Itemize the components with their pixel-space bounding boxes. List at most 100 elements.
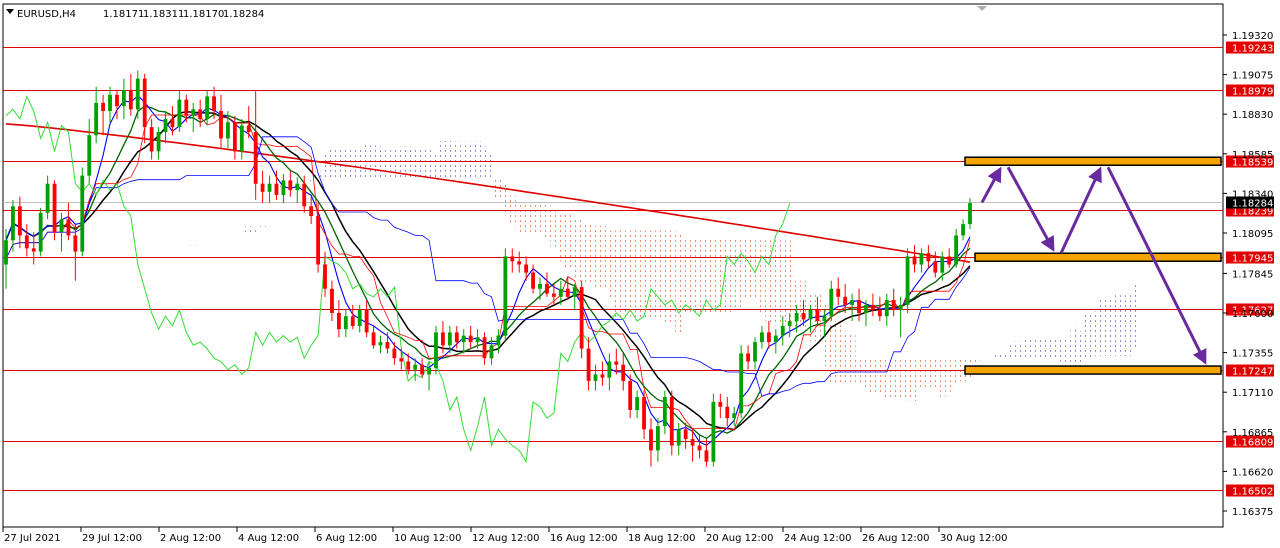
candle-body xyxy=(850,300,855,305)
cloud-slice xyxy=(1091,311,1099,356)
cloud-slice xyxy=(1028,339,1036,358)
candle-body xyxy=(101,102,106,111)
cloud-slice xyxy=(772,240,780,326)
candle-body xyxy=(864,304,868,314)
candle-body xyxy=(635,397,640,410)
candle-body xyxy=(73,235,78,252)
x-tick-label: 29 Jul 12:00 xyxy=(82,533,142,544)
y-tick-label: 1.19320 xyxy=(1232,31,1273,42)
cloud-slice xyxy=(217,242,225,244)
candle-body xyxy=(773,335,778,343)
cloud-slice xyxy=(383,150,391,180)
cloud-slice xyxy=(578,220,586,283)
candle-body xyxy=(357,309,362,326)
cloud-slice xyxy=(529,203,537,235)
candle-body xyxy=(877,309,882,317)
candle-body xyxy=(753,342,757,362)
header-symbol: EURUSD,H4 xyxy=(17,9,76,20)
candle-body xyxy=(642,397,646,430)
cloud-slice xyxy=(987,357,995,360)
current-price-label: 1.18284 xyxy=(1232,199,1273,210)
cloud-slice xyxy=(543,203,551,240)
cloud-slice xyxy=(1112,295,1120,356)
candle-body xyxy=(683,429,688,440)
candle-body xyxy=(468,335,473,343)
candle-body xyxy=(427,367,431,375)
cloud-slice xyxy=(432,153,440,180)
cloud-slice xyxy=(619,230,627,319)
candle-body xyxy=(295,183,300,191)
candle-body xyxy=(267,183,272,192)
cloud-slice xyxy=(682,238,690,314)
candle-body xyxy=(226,122,230,139)
cloud-slice xyxy=(550,209,558,247)
cloud-slice xyxy=(702,238,710,314)
candle-body xyxy=(128,89,133,110)
candle-body xyxy=(4,240,8,265)
candle-body xyxy=(447,332,452,346)
candle-body xyxy=(968,203,972,225)
cloud-slice xyxy=(453,141,461,180)
cloud-slice xyxy=(1056,339,1064,362)
price-axis: 1.192431.189791.185391.182391.179451.176… xyxy=(1223,31,1274,518)
candle-body xyxy=(517,261,522,265)
candle-body xyxy=(274,183,279,196)
candle-body xyxy=(662,397,667,427)
projection-zone xyxy=(974,252,1222,262)
candle-body xyxy=(246,125,251,132)
cloud-slice xyxy=(342,147,350,180)
candle-body xyxy=(538,283,542,289)
candle-body xyxy=(794,313,799,322)
candle-body xyxy=(933,261,938,273)
cloud-slice xyxy=(1132,285,1140,348)
cloud-slice xyxy=(189,244,197,246)
cloud-slice xyxy=(633,230,641,319)
candle-body xyxy=(205,96,210,120)
cloud-slice xyxy=(980,357,988,360)
y-tick-label: 1.17355 xyxy=(1232,349,1273,360)
candle-body xyxy=(607,361,612,378)
candle-body xyxy=(579,287,584,349)
candle-body xyxy=(829,288,834,317)
cloud-slice xyxy=(626,230,634,319)
cloud-slice xyxy=(1126,295,1133,356)
level-price-label: 1.17945 xyxy=(1232,254,1273,265)
candle-body xyxy=(586,348,591,381)
candle-body xyxy=(239,125,244,152)
header-high: 1.18311 xyxy=(143,9,184,20)
candle-body xyxy=(815,309,820,322)
x-tick-label: 24 Aug 12:00 xyxy=(784,533,851,544)
candle-body xyxy=(836,288,841,297)
candle-body xyxy=(954,235,959,265)
candle-body xyxy=(676,429,681,446)
cloud-slice xyxy=(994,353,1002,358)
cloud-slice xyxy=(709,238,717,314)
cloud-slice xyxy=(397,146,405,180)
cloud-slice xyxy=(647,230,655,320)
cloud-slice xyxy=(696,238,703,314)
x-tick-label: 10 Aug 12:00 xyxy=(394,533,461,544)
candle-body xyxy=(302,183,307,207)
candle-body xyxy=(378,342,383,346)
candle-body xyxy=(551,293,556,297)
candle-body xyxy=(260,183,265,192)
candle-body xyxy=(316,216,320,265)
candle-body xyxy=(170,119,175,128)
candle-body xyxy=(413,364,418,370)
candle-body xyxy=(905,256,910,305)
candle-body xyxy=(156,131,161,152)
candle-body xyxy=(746,353,750,362)
candle-body xyxy=(940,256,945,273)
cloud-slice xyxy=(1022,339,1029,358)
x-tick-label: 2 Aug 12:00 xyxy=(160,533,221,544)
level-price-label: 1.18979 xyxy=(1232,87,1273,98)
cloud-slice xyxy=(661,230,669,325)
y-tick-label: 1.17600 xyxy=(1232,309,1273,320)
candle-body xyxy=(718,401,723,407)
candle-body xyxy=(482,337,487,359)
cloud-slice xyxy=(876,357,884,396)
cloud-slice xyxy=(259,226,267,229)
y-tick-label: 1.17110 xyxy=(1232,388,1273,399)
price-chart[interactable]: 1.192431.189791.185391.182391.179451.176… xyxy=(0,0,1280,548)
candle-body xyxy=(732,413,737,419)
